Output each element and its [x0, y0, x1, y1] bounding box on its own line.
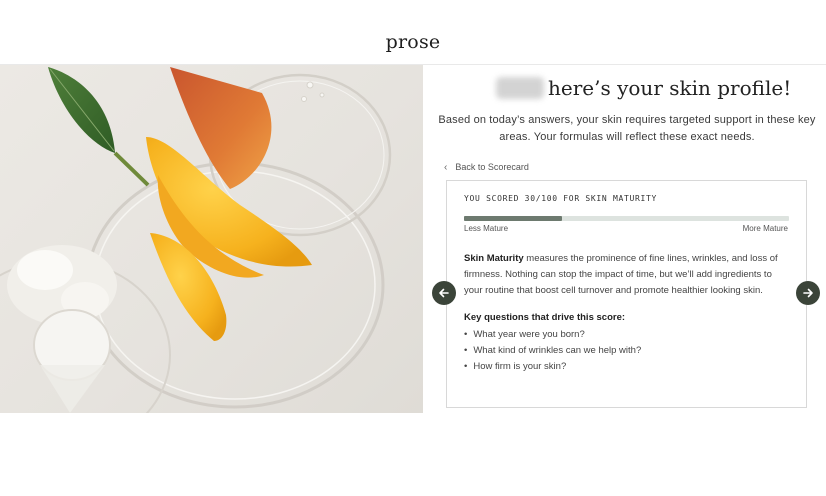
previous-button[interactable] [432, 281, 456, 305]
scale-high-label: More Mature [742, 224, 788, 233]
description-term: Skin Maturity [464, 253, 524, 264]
scale-low-label: Less Mature [464, 224, 509, 233]
arrow-left-icon [439, 288, 449, 298]
skin-maturity-card: YOU SCORED 30/100 FOR SKIN MATURITY Less… [446, 180, 807, 408]
prose-logo[interactable]: prose [0, 31, 826, 53]
score-description: Skin Maturity measures the prominence of… [464, 251, 789, 299]
back-label: Back to Scorecard [455, 162, 529, 172]
next-button[interactable] [796, 281, 820, 305]
key-questions-title: Key questions that drive this score: [464, 312, 626, 323]
profile-intro: Based on today’s answers, your skin requ… [438, 114, 816, 143]
question-item: How firm is your skin? [464, 359, 641, 375]
arrow-right-icon [803, 288, 813, 298]
score-bar-fill [464, 216, 562, 221]
back-to-scorecard-link[interactable]: ‹ Back to Scorecard [444, 162, 529, 173]
hero-image [0, 65, 423, 413]
redacted-name [496, 77, 544, 99]
chevron-left-icon: ‹ [444, 162, 448, 173]
score-label: YOU SCORED 30/100 FOR SKIN MATURITY [464, 194, 658, 203]
key-questions-list: What year were you born? What kind of wr… [464, 327, 641, 375]
profile-title: here’s your skin profile! [548, 76, 792, 100]
hero-illustration [0, 67, 392, 413]
site-header: prose [0, 0, 826, 64]
question-item: What kind of wrinkles can we help with? [464, 343, 641, 359]
score-bar [464, 216, 789, 221]
question-item: What year were you born? [464, 327, 641, 343]
